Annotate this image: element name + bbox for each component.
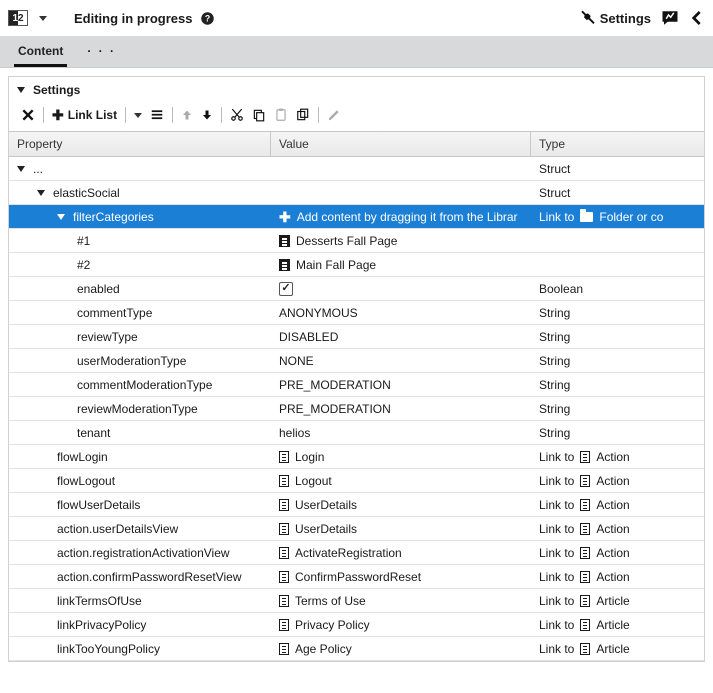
col-value[interactable]: Value: [271, 132, 531, 156]
add-type-dropdown[interactable]: [134, 113, 142, 118]
document-icon: [279, 499, 289, 511]
move-down-button[interactable]: [201, 108, 213, 122]
document-icon: [580, 523, 590, 535]
plus-icon: ✚: [279, 210, 291, 224]
folder-icon: [580, 212, 593, 222]
document-icon: [580, 451, 590, 463]
document-icon: [279, 451, 289, 463]
struct-grid: Property Value Type ...StructelasticSoci…: [9, 131, 704, 661]
expand-tri-icon[interactable]: [57, 214, 65, 220]
table-row[interactable]: linkTermsOfUseTerms of UseLink to Articl…: [9, 589, 704, 613]
edit-button[interactable]: [327, 108, 341, 122]
table-row[interactable]: action.confirmPasswordResetViewConfirmPa…: [9, 565, 704, 589]
checkbox-checked-icon[interactable]: [279, 282, 293, 296]
collapse-tri-icon: [17, 87, 25, 93]
list-button[interactable]: [150, 108, 164, 122]
document-icon: [279, 595, 289, 607]
table-row[interactable]: userModerationTypeNONEString: [9, 349, 704, 373]
table-row[interactable]: #2Main Fall Page: [9, 253, 704, 277]
document-icon: [580, 643, 590, 655]
help-icon[interactable]: ?: [198, 9, 216, 27]
document-icon: [279, 547, 289, 559]
collapse-icon[interactable]: [689, 10, 705, 26]
duplicate-button[interactable]: [296, 108, 310, 122]
page-title: Editing in progress: [74, 11, 192, 26]
tools-icon: [580, 10, 596, 26]
expand-tri-icon[interactable]: [17, 166, 25, 172]
table-row[interactable]: commentTypeANONYMOUSString: [9, 301, 704, 325]
plus-icon: ✚: [52, 108, 64, 122]
table-row[interactable]: action.userDetailsViewUserDetailsLink to…: [9, 517, 704, 541]
table-row[interactable]: filterCategories✚Add content by dragging…: [9, 205, 704, 229]
delete-button[interactable]: [21, 108, 35, 122]
table-row[interactable]: flowLogoutLogoutLink to Action: [9, 469, 704, 493]
tab-strip: Content · · ·: [0, 36, 713, 68]
tab-more[interactable]: · · ·: [87, 44, 116, 67]
document-icon: [279, 523, 289, 535]
settings-panel: Settings ✚ Link List: [8, 76, 705, 662]
table-row[interactable]: reviewModerationTypePRE_MODERATIONString: [9, 397, 704, 421]
table-row[interactable]: linkPrivacyPolicyPrivacy PolicyLink to A…: [9, 613, 704, 637]
panel-header[interactable]: Settings: [9, 77, 704, 103]
feedback-icon[interactable]: [661, 9, 679, 27]
table-row[interactable]: enabledBoolean: [9, 277, 704, 301]
document-icon: [279, 571, 289, 583]
table-row[interactable]: linkTooYoungPolicyAge PolicyLink to Arti…: [9, 637, 704, 661]
document-icon: [580, 547, 590, 559]
expand-tri-icon[interactable]: [37, 190, 45, 196]
table-row[interactable]: flowLoginLoginLink to Action: [9, 445, 704, 469]
col-property[interactable]: Property: [9, 132, 271, 156]
table-row[interactable]: elasticSocialStruct: [9, 181, 704, 205]
table-row[interactable]: flowUserDetailsUserDetailsLink to Action: [9, 493, 704, 517]
document-icon: [279, 475, 289, 487]
document-icon: [580, 475, 590, 487]
grid-header: Property Value Type: [9, 132, 704, 157]
document-icon: [580, 571, 590, 583]
page-icon: [279, 259, 290, 271]
cut-button[interactable]: [230, 108, 244, 122]
table-row[interactable]: reviewTypeDISABLEDString: [9, 325, 704, 349]
add-link-list-button[interactable]: ✚ Link List: [52, 108, 117, 122]
document-icon: [279, 643, 289, 655]
table-row[interactable]: tenantheliosString: [9, 421, 704, 445]
svg-text:?: ?: [205, 13, 210, 23]
document-icon: [580, 595, 590, 607]
document-icon: [580, 619, 590, 631]
locale-dropdown-icon[interactable]: [34, 9, 52, 27]
table-row[interactable]: #1Desserts Fall Page: [9, 229, 704, 253]
top-bar: 12 Editing in progress ? Settings: [0, 0, 713, 36]
paste-button[interactable]: [274, 108, 288, 122]
settings-button[interactable]: Settings: [580, 10, 651, 26]
table-row[interactable]: action.registrationActivationViewActivat…: [9, 541, 704, 565]
table-row[interactable]: ...Struct: [9, 157, 704, 181]
table-row[interactable]: commentModerationTypePRE_MODERATIONStrin…: [9, 373, 704, 397]
document-icon: [279, 619, 289, 631]
locale-badge[interactable]: 12: [8, 10, 28, 26]
page-icon: [279, 235, 290, 247]
col-type[interactable]: Type: [531, 132, 704, 156]
copy-button[interactable]: [252, 108, 266, 122]
tab-content[interactable]: Content: [14, 36, 67, 67]
panel-toolbar: ✚ Link List: [9, 103, 704, 131]
move-up-button[interactable]: [181, 108, 193, 122]
document-icon: [580, 499, 590, 511]
